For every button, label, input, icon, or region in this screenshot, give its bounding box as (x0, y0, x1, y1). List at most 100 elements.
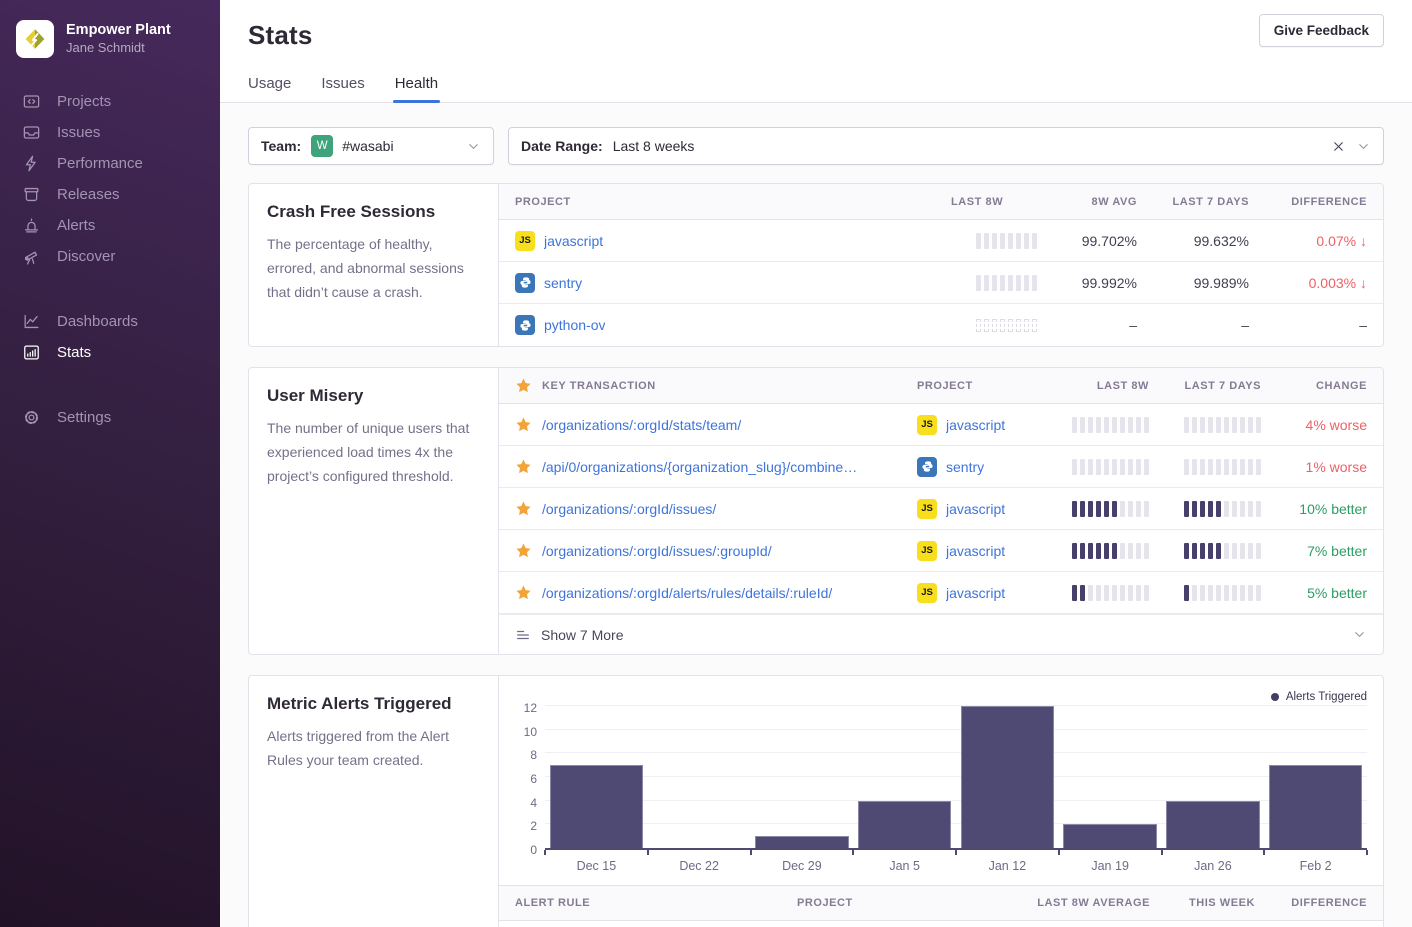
column-header: LAST 8W (1053, 380, 1165, 392)
table-row: /organizations/:orgId/alerts/rules/detai… (499, 572, 1383, 614)
sidebar-item-alerts[interactable]: Alerts (0, 210, 220, 241)
chart-bar[interactable] (1269, 765, 1363, 848)
alert-rule-table-header: ALERT RULEPROJECTLAST 8W AVERAGETHIS WEE… (499, 885, 1383, 921)
table-row: /organizations/:orgId/issues/JSjavascrip… (499, 488, 1383, 530)
column-header: DIFFERENCE (1265, 196, 1383, 208)
crash-free-text: The percentage of healthy, errored, and … (267, 232, 480, 304)
y-tick-label: 12 (524, 701, 537, 715)
key-transaction-star-icon[interactable] (515, 584, 532, 601)
project-cell: sentry (901, 457, 1053, 477)
project-link[interactable]: javascript (946, 417, 1005, 433)
crash-free-sessions-panel: Crash Free Sessions The percentage of he… (248, 183, 1384, 347)
sparkline-bars (976, 275, 1037, 291)
x-tick-mark (955, 850, 957, 855)
show-more-button[interactable]: Show 7 More (499, 614, 1383, 654)
y-tick-label: 2 (530, 819, 537, 833)
key-transaction-star-icon[interactable] (515, 500, 532, 517)
tab-health[interactable]: Health (395, 75, 438, 102)
transaction-link[interactable]: /organizations/:orgId/alerts/rules/detai… (542, 585, 832, 601)
sidebar-item-stats[interactable]: Stats (0, 337, 220, 368)
sidebar-item-projects[interactable]: Projects (0, 86, 220, 117)
tab-usage[interactable]: Usage (248, 75, 291, 102)
date-range-value: Last 8 weeks (613, 138, 695, 154)
sidebar-item-issues[interactable]: Issues (0, 117, 220, 148)
sidebar-item-discover[interactable]: Discover (0, 241, 220, 272)
bar-cell (956, 708, 1059, 848)
alerts-chart: Alerts Triggered 024681012 Dec 15Dec 22D… (499, 676, 1383, 885)
projects-icon (22, 92, 41, 111)
project-link[interactable]: javascript (544, 233, 603, 249)
key-transaction-star-icon[interactable] (515, 458, 532, 475)
key-transaction-star-icon[interactable] (515, 542, 532, 559)
team-selector[interactable]: Team: W #wasabi (248, 127, 494, 165)
table-row: python-ov––– (499, 304, 1383, 346)
key-transaction-star-icon[interactable] (515, 416, 532, 433)
discover-icon (22, 247, 41, 266)
last-7d-value: 99.989% (1153, 275, 1265, 291)
y-tick-label: 6 (530, 772, 537, 786)
sidebar-item-settings[interactable]: Settings (0, 402, 220, 433)
last-7d-sparkline (1165, 501, 1277, 517)
x-tick-mark (1058, 850, 1060, 855)
bar-cell (853, 708, 956, 848)
tab-issues[interactable]: Issues (321, 75, 364, 102)
change-value: 5% better (1277, 585, 1383, 601)
give-feedback-button[interactable]: Give Feedback (1259, 14, 1384, 47)
chevron-down-icon (466, 139, 481, 154)
settings-icon (22, 408, 41, 427)
sparkline-bars (1072, 459, 1149, 475)
column-header: THIS WEEK (1166, 897, 1271, 909)
sidebar-item-releases[interactable]: Releases (0, 179, 220, 210)
transaction-link[interactable]: /organizations/:orgId/issues/:groupId/ (542, 543, 772, 559)
last-8w-sparkline (935, 233, 1053, 249)
column-header: CHANGE (1277, 380, 1383, 392)
project-link[interactable]: python-ov (544, 317, 605, 333)
python-platform-icon (917, 457, 937, 477)
last-7d-value: – (1153, 317, 1265, 333)
sidebar-item-performance[interactable]: Performance (0, 148, 220, 179)
chart-bar[interactable] (755, 836, 849, 848)
chart-bar[interactable] (961, 706, 1055, 848)
transaction-link[interactable]: /organizations/:orgId/issues/ (542, 501, 716, 517)
user-name: Jane Schmidt (66, 39, 171, 57)
sidebar-item-dashboards[interactable]: Dashboards (0, 306, 220, 337)
project-link[interactable]: sentry (946, 459, 984, 475)
x-tick-label: Dec 29 (751, 859, 854, 873)
last-8w-sparkline (1053, 543, 1165, 559)
project-link[interactable]: javascript (946, 585, 1005, 601)
x-tick-label: Jan 5 (853, 859, 956, 873)
table-header: PROJECTLAST 8W8W AVGLAST 7 DAYSDIFFERENC… (499, 184, 1383, 220)
transaction-link[interactable]: /organizations/:orgId/stats/team/ (542, 417, 741, 433)
issues-icon (22, 123, 41, 142)
project-cell: JSjavascript (901, 415, 1053, 435)
sidebar-item-label: Performance (57, 155, 143, 172)
project-link[interactable]: javascript (946, 501, 1005, 517)
change-value: 4% worse (1277, 417, 1383, 433)
y-tick-label: 0 (530, 843, 537, 857)
project-link[interactable]: sentry (544, 275, 582, 291)
metric-alerts-text: Alerts triggered from the Alert Rules yo… (267, 724, 480, 772)
sparkline-bars (976, 319, 1037, 332)
clear-date-icon[interactable] (1331, 139, 1346, 154)
key-transaction-cell: /organizations/:orgId/stats/team/ (499, 416, 901, 433)
chart-bar[interactable] (550, 765, 644, 848)
table-row: JSjavascript99.702%99.632%0.07% ↓ (499, 220, 1383, 262)
releases-icon (22, 185, 41, 204)
date-range-selector[interactable]: Date Range: Last 8 weeks (508, 127, 1384, 165)
filter-bar: Team: W #wasabi Date Range: Last 8 weeks (248, 127, 1384, 165)
alerts-icon (22, 216, 41, 235)
key-transaction-cell: /organizations/:orgId/issues/:groupId/ (499, 542, 901, 559)
sidebar-nav: ProjectsIssuesPerformanceReleasesAlertsD… (0, 86, 220, 433)
chart-bar[interactable] (1166, 801, 1260, 848)
transaction-link[interactable]: /api/0/organizations/{organization_slug}… (542, 459, 857, 475)
last-8w-sparkline (935, 275, 1053, 291)
chart-legend[interactable]: Alerts Triggered (515, 688, 1367, 706)
chart-bar[interactable] (858, 801, 952, 848)
project-link[interactable]: javascript (946, 543, 1005, 559)
chart-bar[interactable] (1063, 824, 1157, 848)
list-icon (515, 627, 531, 643)
org-switcher[interactable]: Empower Plant Jane Schmidt (0, 16, 220, 76)
8w-avg-value: 99.992% (1053, 275, 1153, 291)
x-tick-label: Feb 2 (1264, 859, 1367, 873)
python-platform-icon (515, 315, 535, 335)
